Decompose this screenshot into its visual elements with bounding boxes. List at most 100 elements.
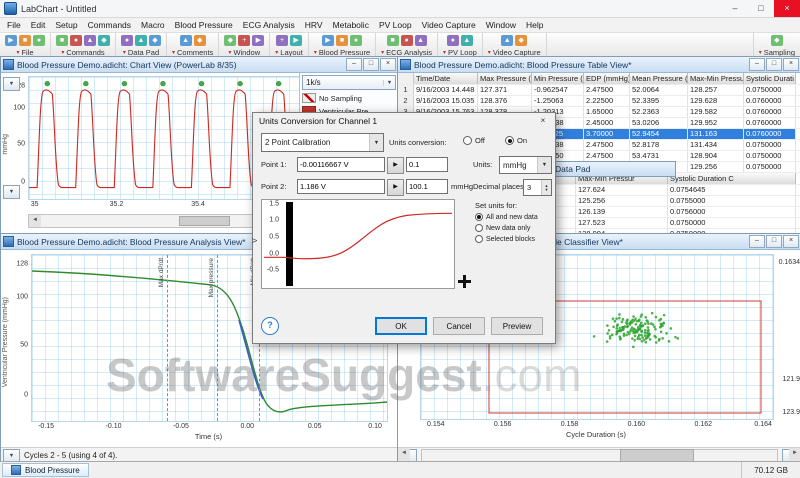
add-comment-icon[interactable]: ▲ [84,35,96,46]
menu-item-hrv[interactable]: HRV [300,20,328,30]
point2-result-input[interactable] [406,179,448,194]
table-row[interactable]: 19/16/2003 14.448127.371-0.9625472.47500… [398,85,800,96]
bp-table-icon[interactable]: ● [350,35,362,46]
spinner-arrows-icon[interactable]: ▲▼ [541,180,551,195]
cycle-status-text: Cycles 2 - 5 (using 4 of 4). [24,451,117,460]
stop-icon[interactable]: ● [70,35,82,46]
set-units-option-new-data-only[interactable]: New data only [475,224,551,232]
table-row[interactable]: 29/16/2003 15.035128.376-1.250632.225005… [398,96,800,107]
point1-input[interactable] [297,157,385,172]
zoom-window-icon[interactable]: ▶ [252,35,264,46]
toolbar-group-commands: ■●▲◆▾Commands [51,33,116,58]
menu-item-commands[interactable]: Commands [83,20,136,30]
point2-apply-arrow-icon[interactable]: ▶ [387,179,404,196]
layout-icon[interactable]: + [276,35,288,46]
ok-button[interactable]: OK [375,317,427,335]
minimize-button[interactable]: – [722,0,748,17]
minimize-button[interactable]: – [749,58,765,71]
table-cell: 52.0064 [630,85,688,95]
menu-item-pv-loop[interactable]: PV Loop [374,20,417,30]
point1-apply-arrow-icon[interactable]: ▶ [387,157,404,174]
set-units-option-selected-blocks[interactable]: Selected blocks [475,235,551,243]
cascade-windows-icon[interactable]: + [238,35,250,46]
table-cell: 129.628 [688,96,744,106]
preview-button[interactable]: Preview [491,317,543,335]
new-file-icon[interactable]: ▶ [5,35,17,46]
legend-item-no-sampling[interactable]: No Sampling [302,93,396,103]
datapad-view-icon[interactable]: ◆ [149,35,161,46]
comment-list-icon[interactable]: ◆ [194,35,206,46]
channel-scale-dropdown[interactable]: ▼ [3,77,20,91]
menu-item-window[interactable]: Window [481,20,521,30]
minimize-button[interactable]: – [346,58,362,71]
column-header: Mean Pressure (m [630,73,688,84]
ecg-table-icon[interactable]: ▲ [415,35,427,46]
start-icon[interactable]: ■ [56,35,68,46]
menu-item-video-capture[interactable]: Video Capture [417,20,481,30]
menu-item-metabolic[interactable]: Metabolic [328,20,374,30]
status-task-blood-pressure[interactable]: Blood Pressure [2,463,89,477]
sample-rate-select[interactable]: 1k/s ▼ [302,75,396,90]
pv-settings-icon[interactable]: ▲ [461,35,473,46]
bp-analysis-icon[interactable]: ■ [336,35,348,46]
channel-scale-dropdown[interactable]: ▼ [3,185,20,199]
camera-icon[interactable]: ▲ [501,35,513,46]
add-to-datapad-icon[interactable]: ▲ [135,35,147,46]
sampling-icon[interactable]: ◆ [771,35,783,46]
dialog-titlebar[interactable]: Units Conversion for Channel 1 × [253,113,555,129]
tile-windows-icon[interactable]: ◆ [224,35,236,46]
set-units-option-all-and-new-data[interactable]: All and new data [475,213,551,221]
cycle-marker[interactable]: Max dP/dt [167,255,168,421]
table-cell: 0.0750000 [668,218,796,228]
video-settings-icon[interactable]: ◆ [515,35,527,46]
chart-view-titlebar[interactable]: Blood Pressure Demo.adicht: Chart View (… [1,57,398,73]
toolbar-group-ecg-analysis: ■●▲▾ECG Analysis [376,33,438,58]
maximize-button[interactable]: □ [363,58,379,71]
data-pad-window-titlebar[interactable]: Data Pad [536,161,676,177]
scroll-left-icon[interactable]: ◄ [29,215,41,227]
save-file-icon[interactable]: ● [33,35,45,46]
close-button[interactable]: × [783,58,799,71]
pv-loop-icon[interactable]: ● [447,35,459,46]
ecg-averaging-icon[interactable]: ● [401,35,413,46]
menu-item-blood-pressure[interactable]: Blood Pressure [170,20,238,30]
close-button[interactable]: × [380,58,396,71]
table-view-titlebar[interactable]: Blood Pressure Demo.adicht: Blood Pressu… [398,57,800,73]
menu-item-edit[interactable]: Edit [26,20,51,30]
open-file-icon[interactable]: ■ [19,35,31,46]
minimize-button[interactable]: – [749,235,765,248]
timer-icon[interactable]: ◆ [98,35,110,46]
scrollbar-thumb[interactable] [179,216,230,226]
menu-item-ecg-analysis[interactable]: ECG Analysis [238,20,300,30]
dialog-close-icon[interactable]: × [531,113,555,129]
maximize-button[interactable]: □ [748,0,774,17]
toolbar-icons: ■●▲ [387,35,427,46]
calibration-type-select[interactable]: 2 Point Calibration ▼ [261,133,384,152]
comment-icon[interactable]: ▲ [180,35,192,46]
units-conversion-on-radio[interactable]: On [505,136,527,145]
menu-item-file[interactable]: File [2,20,26,30]
table-cell: 1.65000 [584,107,630,117]
cycle-marker[interactable]: Max pressure [217,255,218,421]
help-button[interactable]: ? [261,317,279,335]
ecg-settings-icon[interactable]: ■ [387,35,399,46]
close-button[interactable]: × [774,0,800,17]
point2-input[interactable] [297,179,385,194]
bp-settings-icon[interactable]: ▶ [322,35,334,46]
point1-result-input[interactable] [406,157,448,172]
units-select[interactable]: mmHg ▼ [499,156,552,174]
decimal-places-spinner[interactable]: 3 ▲▼ [523,179,552,196]
menu-item-setup[interactable]: Setup [50,20,82,30]
datapad-icon[interactable]: ● [121,35,133,46]
layout-grid-icon[interactable]: ▶ [290,35,302,46]
status-task-label: Blood Pressure [25,466,80,475]
menu-item-help[interactable]: Help [521,20,548,30]
close-button[interactable]: × [783,235,799,248]
maximize-button[interactable]: □ [766,58,782,71]
table-cell: 52.8178 [630,140,688,150]
menu-item-macro[interactable]: Macro [136,20,170,30]
maximize-button[interactable]: □ [766,235,782,248]
units-conversion-off-radio[interactable]: Off [463,136,485,145]
calibration-plot[interactable]: 1.51.00.50.0-0.5 [261,199,455,289]
cancel-button[interactable]: Cancel [433,317,485,335]
